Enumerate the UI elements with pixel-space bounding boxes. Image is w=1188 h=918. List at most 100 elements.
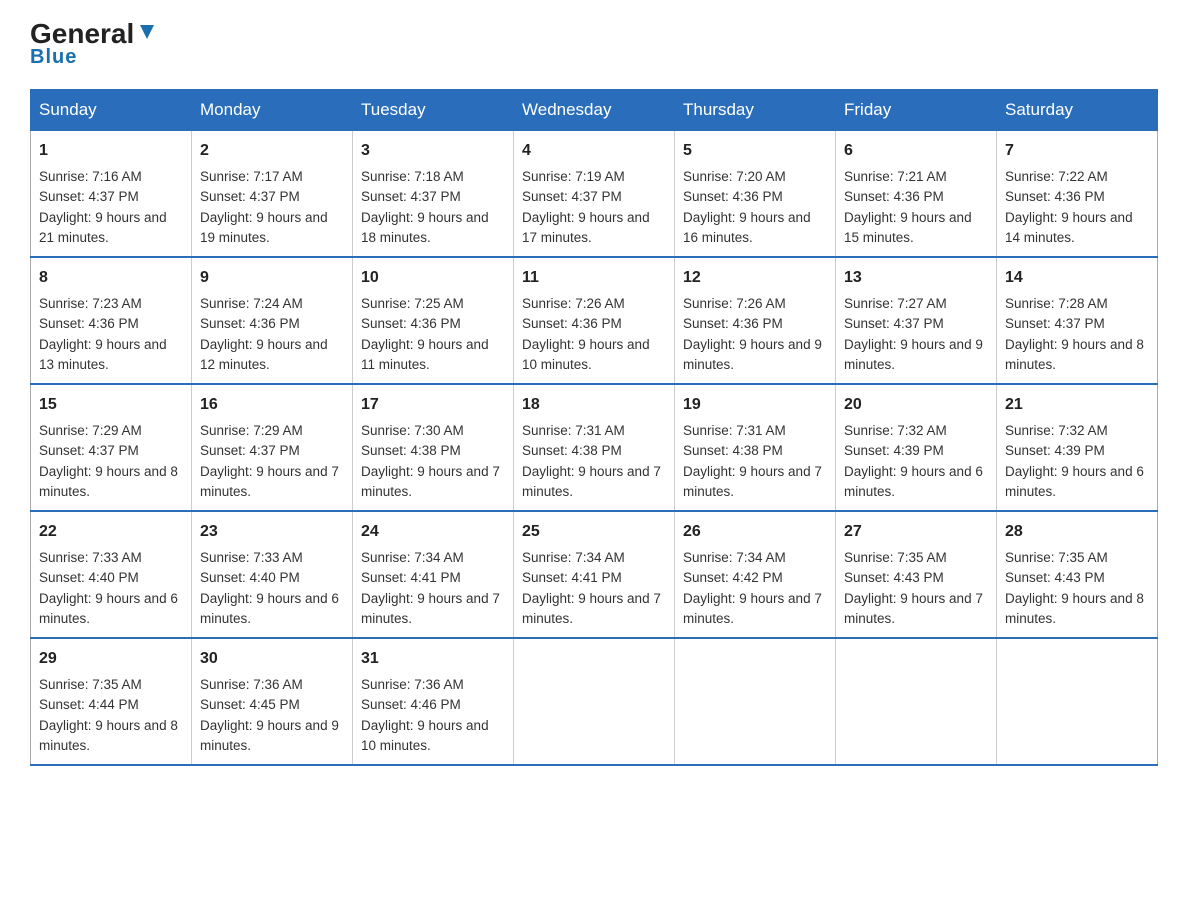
daylight-info: Daylight: 9 hours and 6 minutes. bbox=[200, 591, 339, 626]
calendar-header-row: SundayMondayTuesdayWednesdayThursdayFrid… bbox=[31, 90, 1158, 131]
sunset-info: Sunset: 4:43 PM bbox=[844, 570, 944, 585]
sunrise-info: Sunrise: 7:32 AM bbox=[844, 423, 947, 438]
logo-blue: Blue bbox=[30, 46, 158, 69]
day-number: 15 bbox=[39, 393, 183, 417]
calendar-cell: 26Sunrise: 7:34 AMSunset: 4:42 PMDayligh… bbox=[675, 511, 836, 638]
sunset-info: Sunset: 4:36 PM bbox=[844, 189, 944, 204]
day-number: 4 bbox=[522, 139, 666, 163]
daylight-info: Daylight: 9 hours and 7 minutes. bbox=[522, 591, 661, 626]
sunset-info: Sunset: 4:37 PM bbox=[39, 189, 139, 204]
sunrise-info: Sunrise: 7:34 AM bbox=[361, 550, 464, 565]
sunrise-info: Sunrise: 7:33 AM bbox=[200, 550, 303, 565]
sunrise-info: Sunrise: 7:26 AM bbox=[522, 296, 625, 311]
sunrise-info: Sunrise: 7:21 AM bbox=[844, 169, 947, 184]
sunset-info: Sunset: 4:41 PM bbox=[361, 570, 461, 585]
day-number: 17 bbox=[361, 393, 505, 417]
sunset-info: Sunset: 4:37 PM bbox=[200, 189, 300, 204]
sunset-info: Sunset: 4:46 PM bbox=[361, 697, 461, 712]
sunset-info: Sunset: 4:37 PM bbox=[522, 189, 622, 204]
logo: General Blue bbox=[30, 20, 158, 69]
calendar-cell: 5Sunrise: 7:20 AMSunset: 4:36 PMDaylight… bbox=[675, 131, 836, 258]
sunrise-info: Sunrise: 7:26 AM bbox=[683, 296, 786, 311]
day-number: 29 bbox=[39, 647, 183, 671]
header-monday: Monday bbox=[192, 90, 353, 131]
day-number: 20 bbox=[844, 393, 988, 417]
day-number: 1 bbox=[39, 139, 183, 163]
day-number: 24 bbox=[361, 520, 505, 544]
sunrise-info: Sunrise: 7:34 AM bbox=[522, 550, 625, 565]
calendar-week-row: 15Sunrise: 7:29 AMSunset: 4:37 PMDayligh… bbox=[31, 384, 1158, 511]
sunset-info: Sunset: 4:38 PM bbox=[683, 443, 783, 458]
daylight-info: Daylight: 9 hours and 21 minutes. bbox=[39, 210, 167, 245]
page-header: General Blue bbox=[30, 20, 1158, 69]
calendar-cell: 22Sunrise: 7:33 AMSunset: 4:40 PMDayligh… bbox=[31, 511, 192, 638]
day-number: 18 bbox=[522, 393, 666, 417]
calendar-week-row: 1 Sunrise: 7:16 AM Sunset: 4:37 PM Daylight… bbox=[31, 131, 1158, 258]
day-number: 13 bbox=[844, 266, 988, 290]
sunset-info: Sunset: 4:36 PM bbox=[683, 189, 783, 204]
day-number: 30 bbox=[200, 647, 344, 671]
calendar-cell: 30Sunrise: 7:36 AMSunset: 4:45 PMDayligh… bbox=[192, 638, 353, 765]
sunrise-info: Sunrise: 7:33 AM bbox=[39, 550, 142, 565]
sunset-info: Sunset: 4:43 PM bbox=[1005, 570, 1105, 585]
day-number: 26 bbox=[683, 520, 827, 544]
calendar-cell: 10Sunrise: 7:25 AMSunset: 4:36 PMDayligh… bbox=[353, 257, 514, 384]
sunset-info: Sunset: 4:36 PM bbox=[522, 316, 622, 331]
sunset-info: Sunset: 4:37 PM bbox=[844, 316, 944, 331]
calendar-cell: 31Sunrise: 7:36 AMSunset: 4:46 PMDayligh… bbox=[353, 638, 514, 765]
daylight-info: Daylight: 9 hours and 9 minutes. bbox=[200, 718, 339, 753]
calendar-cell: 21Sunrise: 7:32 AMSunset: 4:39 PMDayligh… bbox=[997, 384, 1158, 511]
calendar-cell: 25Sunrise: 7:34 AMSunset: 4:41 PMDayligh… bbox=[514, 511, 675, 638]
daylight-info: Daylight: 9 hours and 12 minutes. bbox=[200, 337, 328, 372]
day-number: 6 bbox=[844, 139, 988, 163]
calendar-cell: 13Sunrise: 7:27 AMSunset: 4:37 PMDayligh… bbox=[836, 257, 997, 384]
calendar-cell: 7Sunrise: 7:22 AMSunset: 4:36 PMDaylight… bbox=[997, 131, 1158, 258]
sunrise-info: Sunrise: 7:36 AM bbox=[361, 677, 464, 692]
sunrise-info: Sunrise: 7:28 AM bbox=[1005, 296, 1108, 311]
sunset-info: Sunset: 4:38 PM bbox=[361, 443, 461, 458]
day-number: 27 bbox=[844, 520, 988, 544]
calendar-cell: 18Sunrise: 7:31 AMSunset: 4:38 PMDayligh… bbox=[514, 384, 675, 511]
sunrise-info: Sunrise: 7:18 AM bbox=[361, 169, 464, 184]
daylight-info: Daylight: 9 hours and 10 minutes. bbox=[522, 337, 650, 372]
sunset-info: Sunset: 4:40 PM bbox=[200, 570, 300, 585]
sunset-info: Sunset: 4:39 PM bbox=[1005, 443, 1105, 458]
day-number: 21 bbox=[1005, 393, 1149, 417]
header-wednesday: Wednesday bbox=[514, 90, 675, 131]
header-thursday: Thursday bbox=[675, 90, 836, 131]
calendar-cell bbox=[836, 638, 997, 765]
daylight-info: Daylight: 9 hours and 7 minutes. bbox=[200, 464, 339, 499]
logo-triangle-icon bbox=[136, 21, 158, 43]
header-tuesday: Tuesday bbox=[353, 90, 514, 131]
sunrise-info: Sunrise: 7:31 AM bbox=[683, 423, 786, 438]
day-number: 5 bbox=[683, 139, 827, 163]
calendar-cell: 3Sunrise: 7:18 AMSunset: 4:37 PMDaylight… bbox=[353, 131, 514, 258]
day-number: 3 bbox=[361, 139, 505, 163]
sunrise-info: Sunrise: 7:31 AM bbox=[522, 423, 625, 438]
calendar-cell: 29Sunrise: 7:35 AMSunset: 4:44 PMDayligh… bbox=[31, 638, 192, 765]
sunset-info: Sunset: 4:36 PM bbox=[200, 316, 300, 331]
sunset-info: Sunset: 4:41 PM bbox=[522, 570, 622, 585]
calendar-cell: 2Sunrise: 7:17 AMSunset: 4:37 PMDaylight… bbox=[192, 131, 353, 258]
calendar-week-row: 29Sunrise: 7:35 AMSunset: 4:44 PMDayligh… bbox=[31, 638, 1158, 765]
calendar-cell: 4Sunrise: 7:19 AMSunset: 4:37 PMDaylight… bbox=[514, 131, 675, 258]
sunrise-info: Sunrise: 7:25 AM bbox=[361, 296, 464, 311]
calendar-cell bbox=[675, 638, 836, 765]
day-number: 10 bbox=[361, 266, 505, 290]
sunrise-info: Sunrise: 7:17 AM bbox=[200, 169, 303, 184]
sunrise-info: Sunrise: 7:24 AM bbox=[200, 296, 303, 311]
sunrise-info: Sunrise: 7:16 AM bbox=[39, 169, 142, 184]
daylight-info: Daylight: 9 hours and 8 minutes. bbox=[1005, 591, 1144, 626]
daylight-info: Daylight: 9 hours and 7 minutes. bbox=[683, 464, 822, 499]
sunrise-info: Sunrise: 7:34 AM bbox=[683, 550, 786, 565]
header-friday: Friday bbox=[836, 90, 997, 131]
day-number: 22 bbox=[39, 520, 183, 544]
day-number: 11 bbox=[522, 266, 666, 290]
sunset-info: Sunset: 4:45 PM bbox=[200, 697, 300, 712]
daylight-info: Daylight: 9 hours and 6 minutes. bbox=[39, 591, 178, 626]
calendar-cell: 14Sunrise: 7:28 AMSunset: 4:37 PMDayligh… bbox=[997, 257, 1158, 384]
sunrise-info: Sunrise: 7:30 AM bbox=[361, 423, 464, 438]
day-number: 9 bbox=[200, 266, 344, 290]
daylight-info: Daylight: 9 hours and 6 minutes. bbox=[1005, 464, 1144, 499]
calendar-cell: 1 Sunrise: 7:16 AM Sunset: 4:37 PM Daylight… bbox=[31, 131, 192, 258]
